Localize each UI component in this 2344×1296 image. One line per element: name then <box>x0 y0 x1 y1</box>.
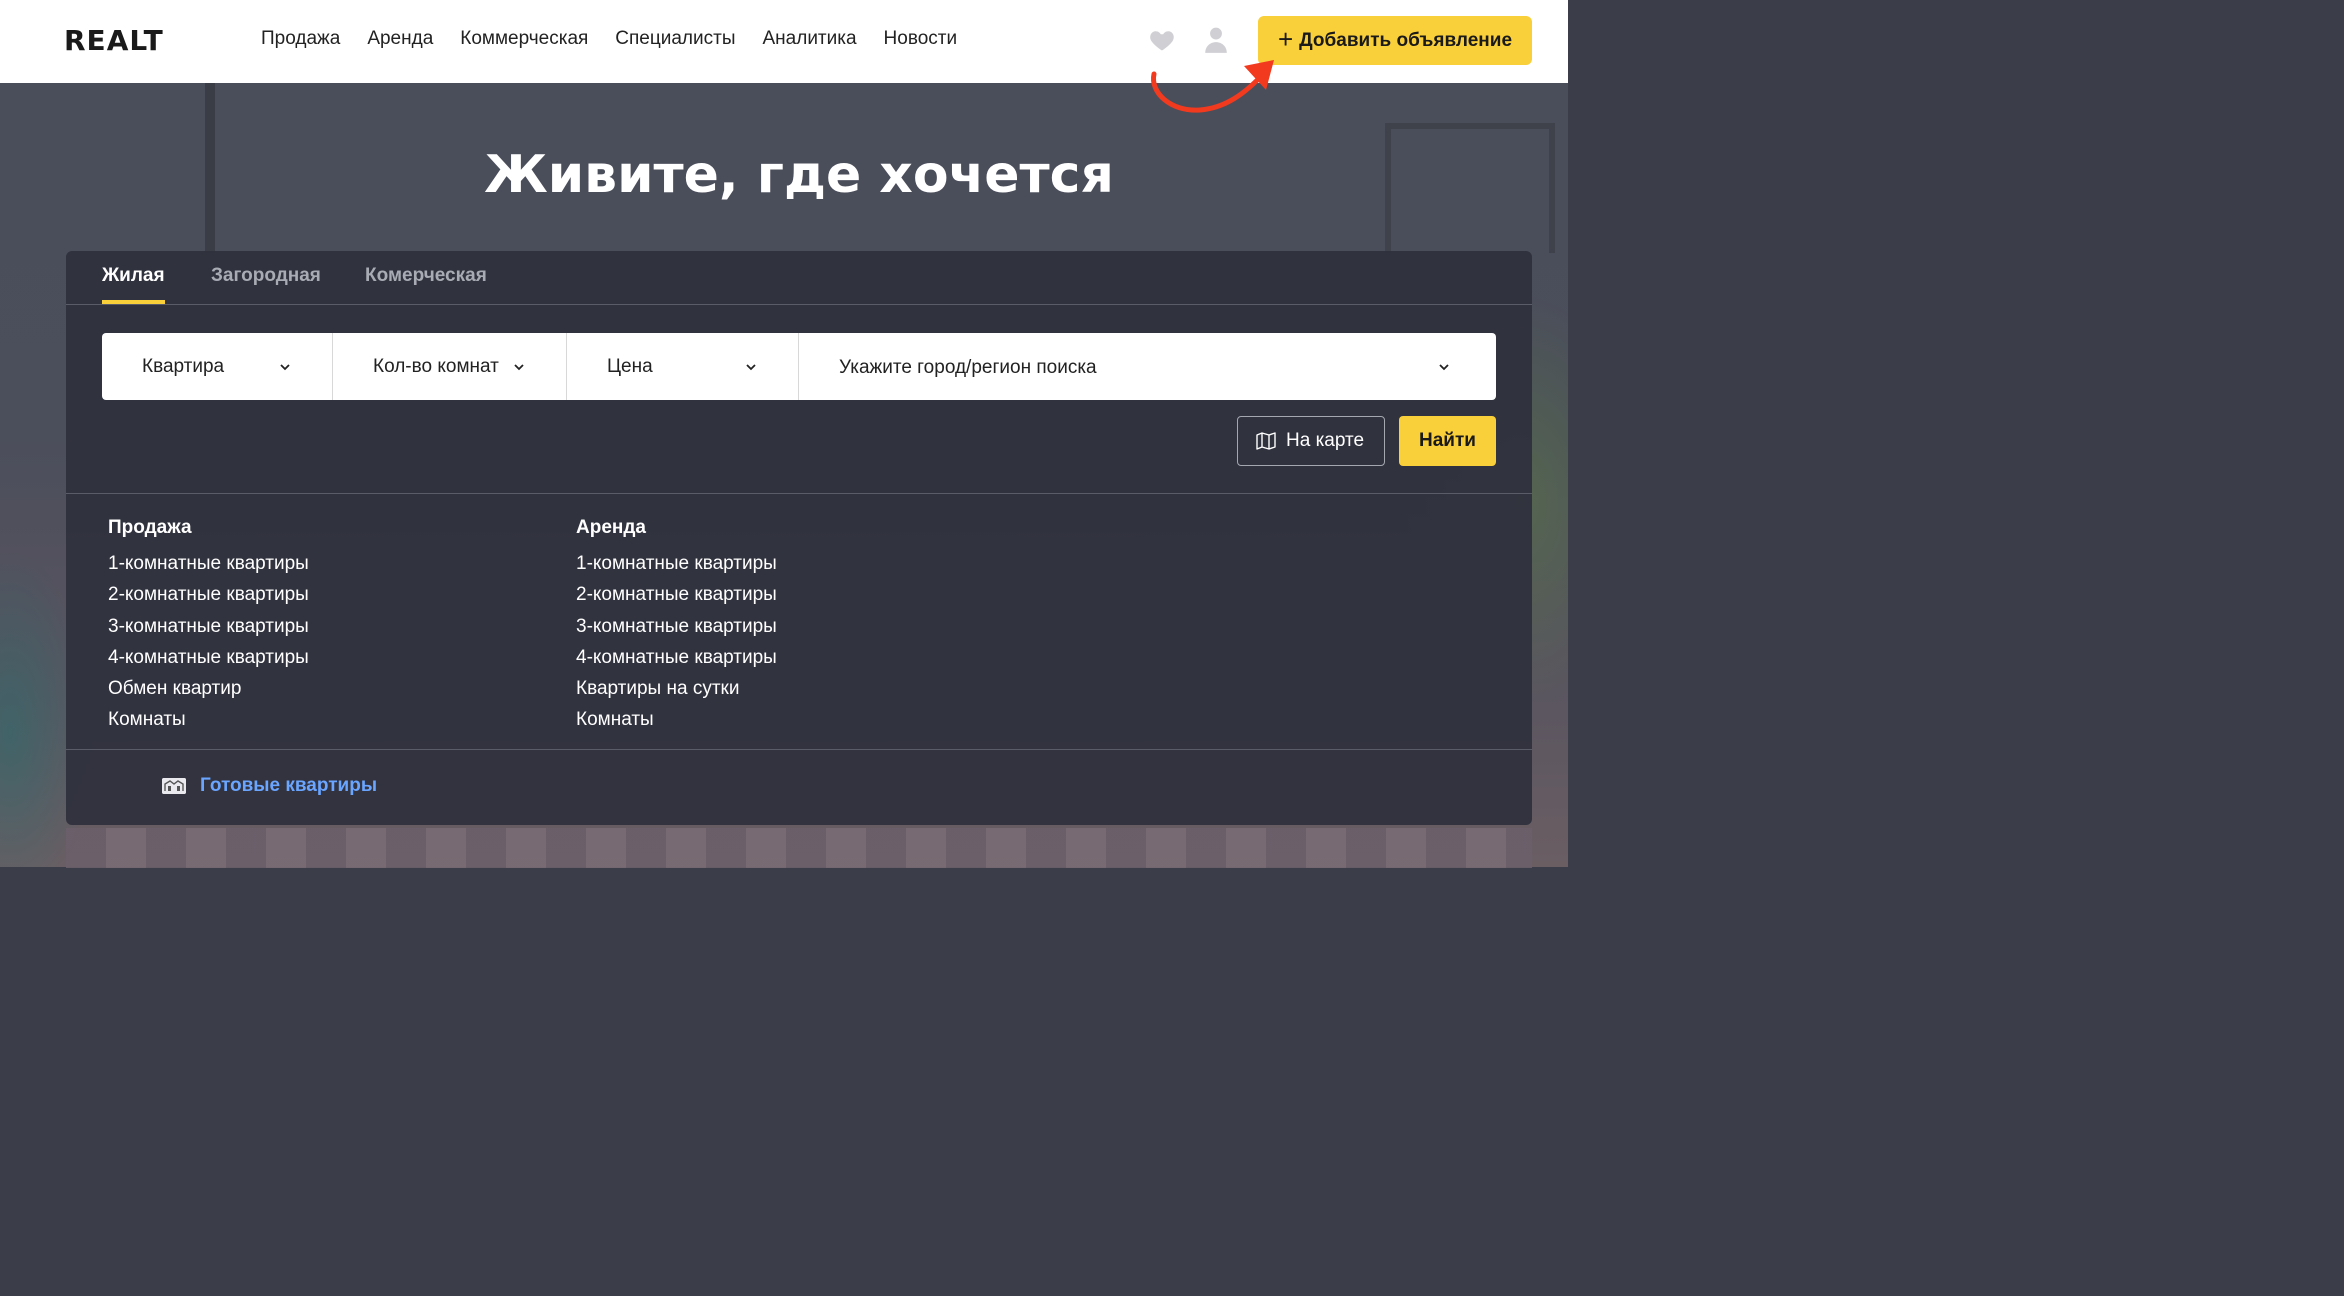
sale-link-rooms[interactable]: Комнаты <box>108 709 309 740</box>
search-filters: Квартира Кол-во комнат Цена Укажите горо… <box>102 333 1496 400</box>
rent-link-daily[interactable]: Квартиры на сутки <box>576 678 777 709</box>
sale-link-4-room[interactable]: 4-комнатные квартиры <box>108 647 309 678</box>
nav-item-rent[interactable]: Аренда <box>367 28 433 50</box>
property-type-value: Квартира <box>142 355 225 377</box>
sale-link-3-room[interactable]: 3-комнатные квартиры <box>108 616 309 647</box>
rooms-count-value: Кол-во комнат <box>373 355 499 377</box>
favorites-heart-icon[interactable] <box>1148 26 1176 54</box>
annotation-arrow-icon <box>1151 60 1274 113</box>
divider <box>66 749 1532 750</box>
chevron-down-icon <box>514 363 524 370</box>
rent-link-3-room[interactable]: 3-комнатные квартиры <box>576 616 777 647</box>
price-select[interactable]: Цена <box>567 333 799 400</box>
site-header: REALT Продажа Аренда Коммерческая Специа… <box>0 0 1568 83</box>
chevron-down-icon <box>1439 363 1449 370</box>
location-placeholder: Укажите город/регион поиска <box>839 357 1097 378</box>
chevron-down-icon <box>280 363 290 370</box>
nav-item-sale[interactable]: Продажа <box>261 28 340 50</box>
sale-link-exchange[interactable]: Обмен квартир <box>108 678 309 709</box>
chevron-down-icon <box>746 363 756 370</box>
nav-item-commercial[interactable]: Коммерческая <box>460 28 588 50</box>
tab-country[interactable]: Загородная <box>211 265 321 287</box>
property-type-select[interactable]: Квартира <box>102 333 333 400</box>
sale-link-1-room[interactable]: 1-комнатные квартиры <box>108 553 309 584</box>
nav-item-news[interactable]: Новости <box>884 28 958 50</box>
building-icon <box>162 778 186 794</box>
search-panel: Жилая Загородная Комерческая Квартира Ко… <box>66 251 1532 825</box>
rent-links-title: Аренда <box>576 517 646 538</box>
tab-commercial[interactable]: Комерческая <box>365 265 487 287</box>
nav-item-analytics[interactable]: Аналитика <box>763 28 857 50</box>
tab-residential[interactable]: Жилая <box>102 265 165 287</box>
active-tab-indicator <box>102 300 165 304</box>
divider <box>66 493 1532 494</box>
price-value: Цена <box>607 355 653 377</box>
realt-logo[interactable]: REALT <box>64 24 164 57</box>
rooms-count-select[interactable]: Кол-во комнат <box>333 333 567 400</box>
rent-link-4-room[interactable]: 4-комнатные квартиры <box>576 647 777 678</box>
add-listing-button[interactable]: + Добавить объявление <box>1258 16 1532 65</box>
find-button[interactable]: Найти <box>1399 416 1496 466</box>
hero-headline: Живите, где хочется <box>484 145 1114 205</box>
rent-links-column: Аренда 1-комнатные квартиры 2-комнатные … <box>576 517 777 741</box>
ready-apartments-label: Готовые квартиры <box>200 775 378 796</box>
sale-link-2-room[interactable]: 2-комнатные квартиры <box>108 584 309 615</box>
rent-link-2-room[interactable]: 2-комнатные квартиры <box>576 584 777 615</box>
sale-links-column: Продажа 1-комнатные квартиры 2-комнатные… <box>108 517 309 741</box>
property-tabs: Жилая Загородная Комерческая <box>66 251 1532 305</box>
plus-icon: + <box>1277 23 1294 54</box>
location-select[interactable]: Укажите город/регион поиска <box>799 333 1496 400</box>
decor-rug <box>66 828 1532 868</box>
map-icon <box>1256 432 1276 450</box>
nav-item-specialists[interactable]: Специалисты <box>615 28 735 50</box>
on-map-label: На карте <box>1286 430 1365 451</box>
user-profile-icon[interactable] <box>1203 26 1229 54</box>
sale-links-title: Продажа <box>108 517 192 538</box>
rent-link-rooms[interactable]: Комнаты <box>576 709 777 740</box>
ready-apartments-link[interactable]: Готовые квартиры <box>162 775 377 797</box>
on-map-button[interactable]: На карте <box>1237 416 1385 466</box>
main-nav: Продажа Аренда Коммерческая Специалисты … <box>261 28 984 50</box>
add-listing-label: Добавить объявление <box>1299 29 1513 51</box>
rent-link-1-room[interactable]: 1-комнатные квартиры <box>576 553 777 584</box>
